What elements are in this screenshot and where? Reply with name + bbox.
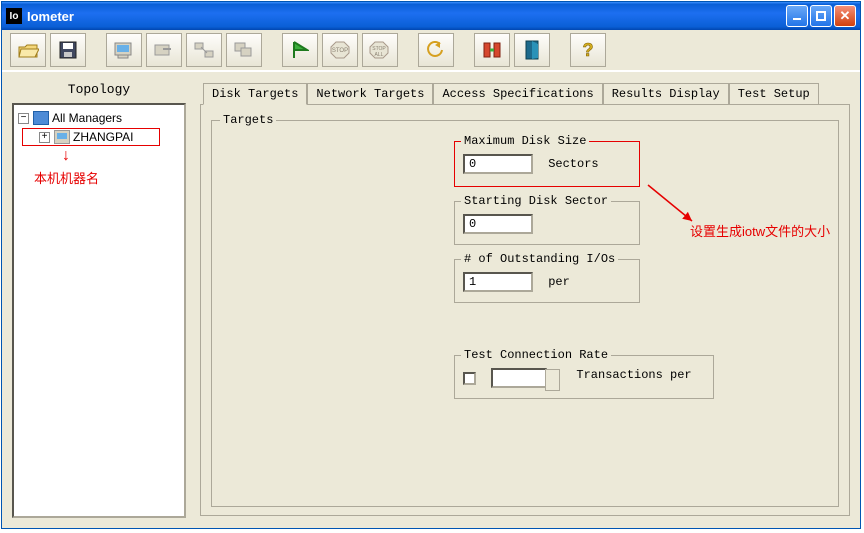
clone-worker-button[interactable] [226, 33, 262, 67]
titlebar[interactable]: Io Iometer ✕ [2, 2, 860, 30]
conn-rate-group: Test Connection Rate Transactions per [454, 355, 714, 399]
max-disk-size-input[interactable] [463, 154, 533, 174]
annotation-right: 设置生成iotw文件的大小 [690, 221, 830, 240]
svg-text:ALL: ALL [375, 52, 384, 58]
max-disk-size-group: Maximum Disk Size Sectors [454, 141, 640, 187]
conn-rate-checkbox[interactable] [463, 372, 476, 385]
exit-button[interactable] [514, 33, 550, 67]
stop-button[interactable]: STOP [322, 33, 358, 67]
tree-manager-row[interactable]: + ZHANGPAI [22, 128, 160, 146]
toolbar: STOP STOPALL ? [2, 30, 860, 72]
left-panel: Topology − All Managers + ZHANGPAI ↓ 本机机… [12, 82, 186, 518]
conn-rate-unit: Transactions per [576, 368, 691, 382]
start-sector-group: Starting Disk Sector [454, 201, 640, 245]
tab-disk-targets[interactable]: Disk Targets [203, 83, 307, 105]
right-panel: Disk Targets Network Targets Access Spec… [200, 82, 850, 518]
topology-tree[interactable]: − All Managers + ZHANGPAI ↓ 本机机器名 [12, 103, 186, 518]
svg-text:STOP: STOP [332, 48, 348, 54]
save-button[interactable] [50, 33, 86, 67]
maximize-button[interactable] [810, 5, 832, 27]
open-button[interactable] [10, 33, 46, 67]
tree-root-label: All Managers [52, 111, 122, 125]
new-net-worker-button[interactable] [186, 33, 222, 67]
reset-button[interactable] [418, 33, 454, 67]
annotation-arrow-right [644, 181, 694, 221]
outstanding-ios-title: # of Outstanding I/Os [461, 252, 618, 266]
content-area: Topology − All Managers + ZHANGPAI ↓ 本机机… [2, 72, 860, 528]
tab-network-targets[interactable]: Network Targets [307, 83, 433, 105]
outstanding-ios-group: # of Outstanding I/Os per [454, 259, 640, 303]
outstanding-ios-unit: per [548, 275, 570, 289]
computer-icon [54, 130, 70, 144]
collapse-icon[interactable]: − [18, 113, 29, 124]
tree-manager-label: ZHANGPAI [73, 130, 133, 144]
conn-rate-title: Test Connection Rate [461, 348, 611, 362]
close-button[interactable]: ✕ [834, 5, 856, 27]
tree-root-row[interactable]: − All Managers [18, 109, 180, 127]
remove-worker-button[interactable] [146, 33, 182, 67]
expand-icon[interactable]: + [39, 132, 50, 143]
window-title: Iometer [27, 9, 74, 24]
max-disk-size-unit: Sectors [548, 157, 598, 171]
tab-panel: Targets Maximum Disk Size Sectors Starti… [200, 104, 850, 516]
targets-fieldset: Targets Maximum Disk Size Sectors Starti… [211, 113, 839, 507]
annotation-arrow-left: ↓ [62, 148, 180, 164]
config-button[interactable] [474, 33, 510, 67]
max-disk-size-title: Maximum Disk Size [461, 134, 589, 148]
start-sector-input[interactable] [463, 214, 533, 234]
targets-legend: Targets [220, 113, 276, 127]
tab-access-specifications[interactable]: Access Specifications [433, 83, 602, 105]
start-sector-title: Starting Disk Sector [461, 194, 611, 208]
svg-text:?: ? [583, 40, 594, 60]
tab-test-setup[interactable]: Test Setup [729, 83, 819, 105]
tab-bar: Disk Targets Network Targets Access Spec… [203, 82, 850, 104]
help-button[interactable]: ? [570, 33, 606, 67]
outstanding-ios-input[interactable] [463, 272, 533, 292]
app-window: Io Iometer ✕ STOP STOPALL ? Topology [1, 1, 861, 529]
start-button[interactable] [282, 33, 318, 67]
stop-all-button[interactable]: STOPALL [362, 33, 398, 67]
arrow-down-icon: ↓ [62, 147, 70, 164]
app-icon: Io [6, 8, 22, 24]
tab-results-display[interactable]: Results Display [603, 83, 729, 105]
new-disk-worker-button[interactable] [106, 33, 142, 67]
annotation-left: 本机机器名 [34, 168, 180, 187]
minimize-button[interactable] [786, 5, 808, 27]
topology-heading: Topology [12, 82, 186, 97]
managers-icon [33, 111, 49, 125]
conn-rate-spinner[interactable] [491, 368, 547, 388]
